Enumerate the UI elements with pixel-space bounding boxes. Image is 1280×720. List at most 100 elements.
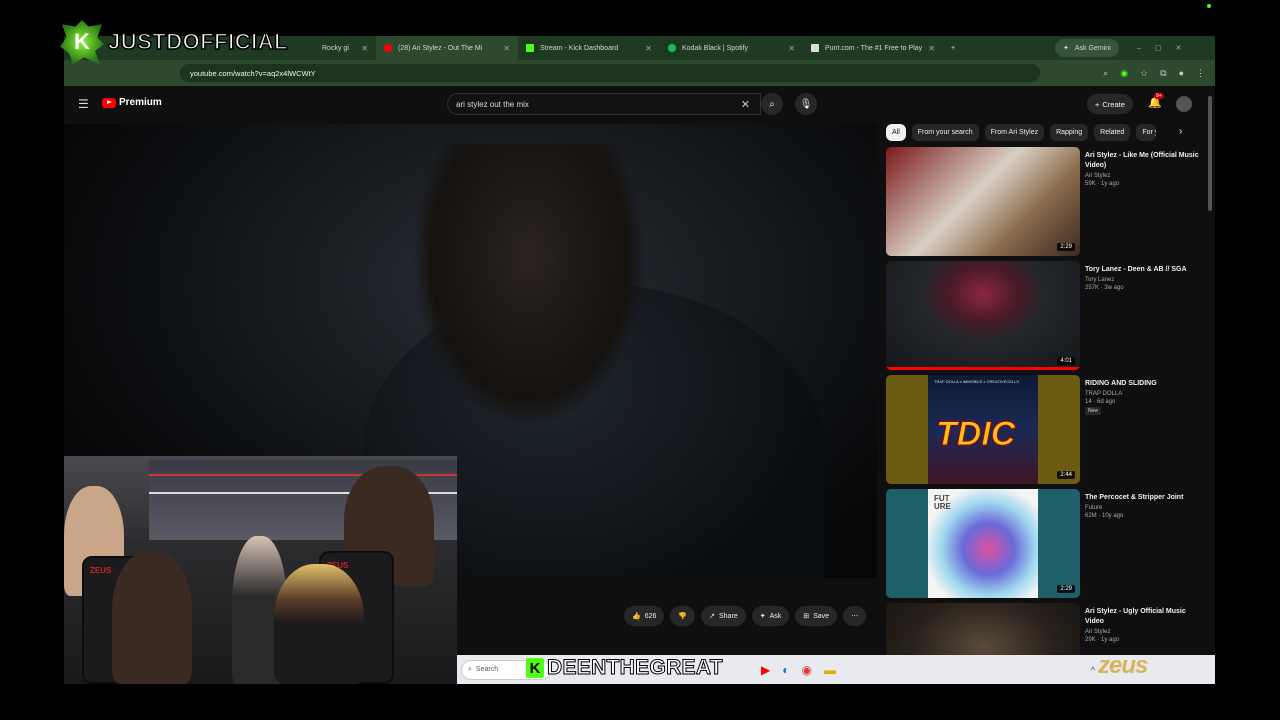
kick-logo: K [526, 658, 544, 678]
extensions-puzzle-icon[interactable]: ⧉ [1160, 68, 1166, 79]
close-icon[interactable]: ✕ [645, 44, 652, 53]
notifications-button[interactable]: 🔔 9+ [1148, 93, 1164, 109]
profile-icon[interactable]: ● [1179, 68, 1184, 79]
share-button[interactable]: ↗ Share [701, 606, 746, 626]
like-button[interactable]: 👍 626 [624, 606, 665, 626]
maximize-icon[interactable]: ▢ [1155, 44, 1162, 52]
video-thumbnail[interactable]: TRAP DOLLA x IMMOBILE x CREATIVECELLS TD… [886, 375, 1080, 484]
share-icon: ↗ [709, 613, 715, 620]
album-art: TRAP DOLLA x IMMOBILE x CREATIVECELLS TD… [928, 375, 1038, 484]
album-header: TRAP DOLLA x IMMOBILE x CREATIVECELLS [934, 379, 1019, 384]
hamburger-menu-icon[interactable]: ☰ [78, 97, 89, 111]
scrollbar[interactable] [1208, 96, 1212, 211]
video-stats: 257K · 3w ago [1085, 285, 1124, 291]
close-icon[interactable]: ✕ [928, 44, 935, 53]
youtube-logo[interactable]: Premium [102, 97, 162, 108]
chip-all[interactable]: All [886, 124, 906, 141]
chip-related[interactable]: Related [1094, 124, 1131, 141]
chip-from-your-search[interactable]: From your search [911, 124, 979, 141]
recommended-video[interactable]: 2:29 Ari Stylez - Like Me (Official Musi… [886, 147, 1206, 257]
chip-from-ari-stylez[interactable]: From Ari Stylez [984, 124, 1045, 141]
youtube-icon [384, 44, 392, 52]
plus-icon: + [951, 44, 956, 52]
avatar[interactable] [1176, 96, 1192, 112]
steam-icon[interactable]: ◐ [782, 663, 789, 677]
chrome-icon[interactable]: ◉ [801, 663, 811, 677]
close-window-icon[interactable]: ✕ [1176, 44, 1182, 52]
save-button[interactable]: ⊞ Save [795, 606, 838, 626]
video-stats: 62M · 10y ago [1085, 513, 1124, 519]
create-button[interactable]: + Create [1087, 94, 1133, 114]
sponsor-logo: zeus [1098, 652, 1148, 679]
system-tray[interactable]: ^ [1091, 665, 1095, 675]
video-actions-bar: 👍 626 👎 ↗ Share ✦ Ask ⊞ Save ⋯ [624, 606, 867, 626]
browser-tab[interactable]: Rocky gi ✕ [314, 36, 376, 60]
ask-button[interactable]: ✦ Ask [751, 606, 790, 626]
dislike-button[interactable]: 👎 [670, 606, 696, 626]
video-stats: 14 · 6d ago [1085, 399, 1116, 405]
browser-tab-active[interactable]: (28) Ari Stylez - Out The Mi ✕ [376, 36, 518, 60]
guest-name-overlay: K DEENTHEGREAT [526, 656, 723, 680]
video-title[interactable]: Ari Stylez - Ugly Official Music Video [1085, 607, 1200, 627]
video-thumbnail[interactable]: 4:01 [886, 261, 1080, 370]
channel-name[interactable]: Ari Stylez [1085, 173, 1200, 179]
channel-name[interactable]: Tory Lanez [1085, 277, 1200, 283]
recommended-video[interactable]: 4:01 Tory Lanez - Deen & AB // SGA Tory … [886, 261, 1206, 371]
zoom-icon[interactable]: ⌕ [1103, 68, 1108, 79]
share-label: Share [719, 612, 738, 620]
url-field[interactable]: youtube.com/watch?v=aq2x4lWCWtY [180, 64, 1040, 82]
channel-name[interactable]: Ari Stylez [1085, 629, 1200, 635]
search-query: ari stylez out the mix [456, 99, 529, 109]
recommended-video[interactable]: TRAP DOLLA x IMMOBILE x CREATIVECELLS TD… [886, 375, 1206, 485]
minimize-icon[interactable]: – [1137, 45, 1141, 52]
video-stats: 29K · 1y ago [1085, 637, 1120, 643]
tab-title: Stream - Kick Dashboard [540, 44, 619, 52]
browser-tab[interactable]: Kodak Black | Spotify ✕ [660, 36, 803, 60]
video-thumbnail[interactable]: FUT URE 2:29 [886, 489, 1080, 598]
browser-tab[interactable]: Stream - Kick Dashboard ✕ [518, 36, 660, 60]
video-thumbnail[interactable] [886, 603, 1080, 655]
video-meta: Ari Stylez - Like Me (Official Music Vid… [1085, 151, 1200, 187]
video-title[interactable]: Tory Lanez - Deen & AB // SGA [1085, 265, 1200, 275]
channel-name[interactable]: Future [1085, 505, 1200, 511]
bookmark-star-icon[interactable]: ☆ [1140, 68, 1148, 79]
recommended-video[interactable]: FUT URE 2:29 The Percocet & Stripper Joi… [886, 489, 1206, 599]
ask-gemini-button[interactable]: ✦ Ask Gemini [1055, 39, 1119, 57]
youtube-app-icon[interactable]: ▶ [761, 663, 770, 677]
search-input[interactable]: ari stylez out the mix ✕ [447, 93, 761, 115]
more-actions-button[interactable]: ⋯ [843, 606, 867, 626]
video-title[interactable]: RIDING AND SLIDING [1085, 379, 1200, 389]
close-icon[interactable]: ✕ [788, 44, 795, 53]
new-tab-button[interactable]: + [943, 36, 963, 60]
clear-search-icon[interactable]: ✕ [741, 98, 750, 111]
microphone-icon: 🎙 [799, 98, 813, 110]
url-text: youtube.com/watch?v=aq2x4lWCWtY [190, 68, 316, 78]
file-explorer-icon[interactable]: ▬ [824, 663, 836, 677]
video-meta: Ari Stylez - Ugly Official Music Video A… [1085, 607, 1200, 643]
voice-search-button[interactable]: 🎙 [795, 93, 817, 115]
person [274, 564, 364, 684]
streamer-brand-overlay: K JUSTDOFFICIAL [60, 20, 288, 64]
search-icon: ⌕ [769, 98, 775, 110]
close-icon[interactable]: ✕ [361, 44, 368, 53]
close-icon[interactable]: ✕ [503, 44, 510, 53]
gemini-icon: ✦ [1063, 45, 1069, 52]
recommended-video[interactable]: Ari Stylez - Ugly Official Music Video A… [886, 603, 1206, 655]
video-title[interactable]: Ari Stylez - Like Me (Official Music Vid… [1085, 151, 1200, 171]
filter-chips: All From your search From Ari Stylez Rap… [886, 124, 1157, 141]
search-button[interactable]: ⌕ [761, 93, 783, 115]
video-thumbnail[interactable]: 2:29 [886, 147, 1080, 256]
extension-icon[interactable]: ◉ [1120, 68, 1128, 79]
chevron-right-icon[interactable]: › [1179, 126, 1182, 137]
spotify-icon [668, 44, 676, 52]
like-count: 626 [644, 612, 657, 620]
video-title[interactable]: The Percocet & Stripper Joint [1085, 493, 1200, 503]
browser-tab[interactable]: Punt.com - The #1 Free to Play ✕ [803, 36, 943, 60]
chip-rapping[interactable]: Rapping [1050, 124, 1089, 141]
menu-kebab-icon[interactable]: ⋮ [1196, 68, 1205, 79]
channel-name[interactable]: TRAP DOLLA [1085, 391, 1200, 397]
album-title: TDIC [935, 415, 1016, 454]
save-label: Save [813, 612, 830, 620]
sparkle-icon: ✦ [759, 613, 766, 620]
chip-for-you[interactable]: For y [1136, 124, 1157, 141]
